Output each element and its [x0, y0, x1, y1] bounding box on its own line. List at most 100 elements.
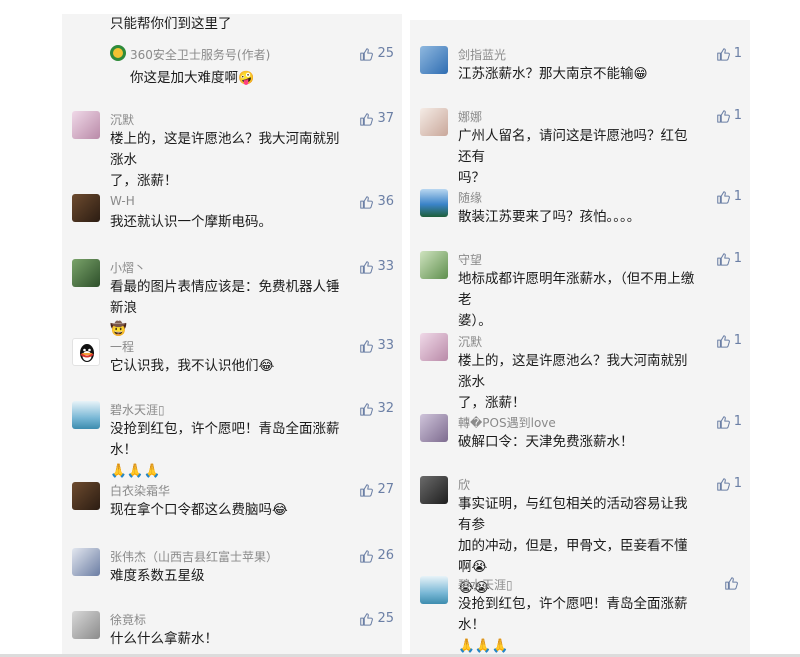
like-count: 1 [733, 414, 742, 429]
like-count: 33 [377, 259, 394, 274]
comment-line: 🙏🙏🙏 [458, 638, 509, 654]
comment-text: 地标成都许愿明年涨薪水，（但不用上缴老 婆）。 [458, 269, 698, 332]
commenter-name[interactable]: 张伟杰（山西吉县红富士苹果） [110, 548, 278, 565]
like-button[interactable]: 37 [359, 111, 394, 126]
like-button[interactable]: 25 [359, 46, 394, 61]
avatar[interactable] [72, 111, 100, 139]
commenter-name[interactable]: W-H [110, 194, 135, 208]
avatar[interactable] [420, 46, 448, 74]
commenter-name[interactable]: 守望 [458, 251, 482, 268]
commenter-name[interactable]: 一程 [110, 338, 134, 355]
thumbs-up-icon [716, 47, 730, 61]
like-button[interactable]: 1 [716, 333, 742, 348]
comment-item: 徐竟标什么什么拿薪水！ 25 [62, 609, 402, 654]
like-button[interactable]: 1 [716, 414, 742, 429]
thumbs-up-icon [716, 252, 730, 266]
like-button[interactable]: 1 [716, 251, 742, 266]
like-button[interactable]: 1 [716, 46, 742, 61]
comment-text: 广州人留名，请问这是许愿池吗？红包还有 吗？ [458, 126, 698, 189]
commenter-name[interactable]: 欣 [458, 476, 470, 493]
comment-line: 了，涨薪！ [110, 173, 178, 189]
comment-text: 现在拿个口令都这么费脑吗😂 [110, 500, 350, 521]
avatar[interactable] [72, 259, 100, 287]
thumbs-up-icon [716, 109, 730, 123]
commenter-name[interactable]: 沉默 [458, 333, 482, 350]
thumbs-up-icon [360, 483, 374, 497]
avatar[interactable] [72, 548, 100, 576]
thumbs-up-icon [716, 190, 730, 204]
like-button[interactable]: 1 [716, 476, 742, 491]
like-button[interactable]: 32 [359, 401, 394, 416]
avatar[interactable] [420, 576, 448, 604]
like-count: 1 [733, 46, 742, 61]
comment-line: 它认识我，我不认识他们😂 [110, 358, 275, 374]
thumbs-up-icon [360, 549, 374, 563]
like-count: 1 [733, 108, 742, 123]
reply-emoji: 🤪 [238, 71, 255, 86]
commenter-name[interactable]: 碧水天涯▯ [110, 401, 165, 418]
comment-line: 看最的图片表情应该是：免费机器人锤新浪 [110, 279, 340, 316]
commenter-name[interactable]: 小熠丶 [110, 259, 146, 276]
comment-line: 难度系数五星级 [110, 568, 205, 584]
commenter-name[interactable]: 白衣染霜华 [110, 482, 170, 499]
comment-item: 小熠丶 看最的图片表情应该是：免费机器人锤新浪 🤠 33 [62, 257, 402, 337]
avatar[interactable] [420, 476, 448, 504]
like-button[interactable]: 25 [359, 611, 394, 626]
avatar[interactable] [72, 482, 100, 510]
comment-text: 楼上的，这是许愿池么？我大河南就别涨水了，涨薪！ [110, 129, 350, 192]
commenter-name[interactable]: 随缘 [458, 189, 482, 206]
thumbs-up-icon [360, 195, 374, 209]
commenter-name[interactable]: 娜娜 [458, 108, 482, 125]
comment-text: 江苏涨薪水？那大南京不能输😁 [458, 64, 698, 85]
like-button[interactable]: 26 [359, 548, 394, 563]
comment-item: 沉默楼上的，这是许愿池么？我大河南就别涨水了，涨薪！ 37 [62, 109, 402, 189]
comment-line: 我还就认识一个摩斯电码。 [110, 214, 272, 230]
comment-text: 我还就认识一个摩斯电码。 [110, 212, 350, 233]
comment-line: 加的冲动，但是，甲骨文，臣妾看不懂啊😭 [458, 538, 688, 575]
like-count: 25 [377, 46, 394, 61]
commenter-name[interactable]: 沉默 [110, 111, 134, 128]
avatar[interactable] [72, 611, 100, 639]
avatar[interactable] [72, 194, 100, 222]
comment-line: 楼上的，这是许愿池么？我大河南就别涨水 [110, 131, 340, 168]
comment-text: 散装江苏要来了吗？孩怕。。。。 [458, 207, 698, 228]
commenter-name[interactable]: 轉�POS遇到love [458, 414, 556, 431]
panel-top-edge [410, 14, 750, 20]
like-button[interactable] [724, 576, 742, 590]
avatar[interactable] [72, 401, 100, 429]
commenter-name[interactable]: 徐竟标 [110, 611, 146, 628]
avatar[interactable] [420, 108, 448, 136]
avatar[interactable] [420, 189, 448, 217]
comment-item: 沉默 楼上的，这是许愿池么？我大河南就别涨水 了，涨薪！ 1 [410, 331, 750, 411]
commenter-name[interactable]: 剑指蓝光 [458, 46, 506, 63]
like-button[interactable]: 36 [359, 194, 394, 209]
like-button[interactable]: 33 [359, 338, 394, 353]
avatar[interactable] [72, 338, 100, 366]
comment-item: 守望 地标成都许愿明年涨薪水，（但不用上缴老 婆）。 1 [410, 249, 750, 329]
avatar[interactable] [420, 333, 448, 361]
commenter-name[interactable]: 碧水天涯▯ [458, 576, 513, 593]
like-button[interactable]: 1 [716, 189, 742, 204]
reply-author-name[interactable]: 360安全卫士服务号(作者) [130, 46, 270, 63]
comment-line: 什么什么拿薪水！ [110, 631, 218, 647]
thumbs-up-icon [360, 260, 374, 274]
comment-line: 江苏涨薪水？那大南京不能输😁 [458, 66, 648, 82]
like-count: 1 [733, 333, 742, 348]
avatar[interactable] [420, 251, 448, 279]
like-count: 25 [377, 611, 394, 626]
right-comment-panel: 剑指蓝光江苏涨薪水？那大南京不能输😁 1 娜娜 广州人留名，请问这是许愿池吗？红包还有… [410, 14, 750, 654]
comment-text: 楼上的，这是许愿池么？我大河南就别涨水 了，涨薪！ [458, 351, 698, 414]
like-button[interactable]: 33 [359, 259, 394, 274]
comment-line: 事实证明，与红包相关的活动容易让我有参 [458, 496, 688, 533]
like-button[interactable]: 27 [359, 482, 394, 497]
comment-text: 没抢到红包，许个愿吧！青岛全面涨薪水！ 🙏🙏🙏 [110, 419, 350, 482]
like-button[interactable]: 1 [716, 108, 742, 123]
comment-line: 破解口令：天津免费涨薪水！ [458, 434, 634, 450]
comment-line: 现在拿个口令都这么费脑吗😂 [110, 502, 288, 518]
comment-line: 楼上的，这是许愿池么？我大河南就别涨水 [458, 353, 688, 390]
avatar[interactable] [420, 414, 448, 442]
cut-comment: 只能帮你们到这里了 [62, 14, 402, 44]
comment-text: 什么什么拿薪水！ [110, 629, 350, 650]
thumbs-up-icon [716, 334, 730, 348]
thumbs-up-icon [716, 477, 730, 491]
